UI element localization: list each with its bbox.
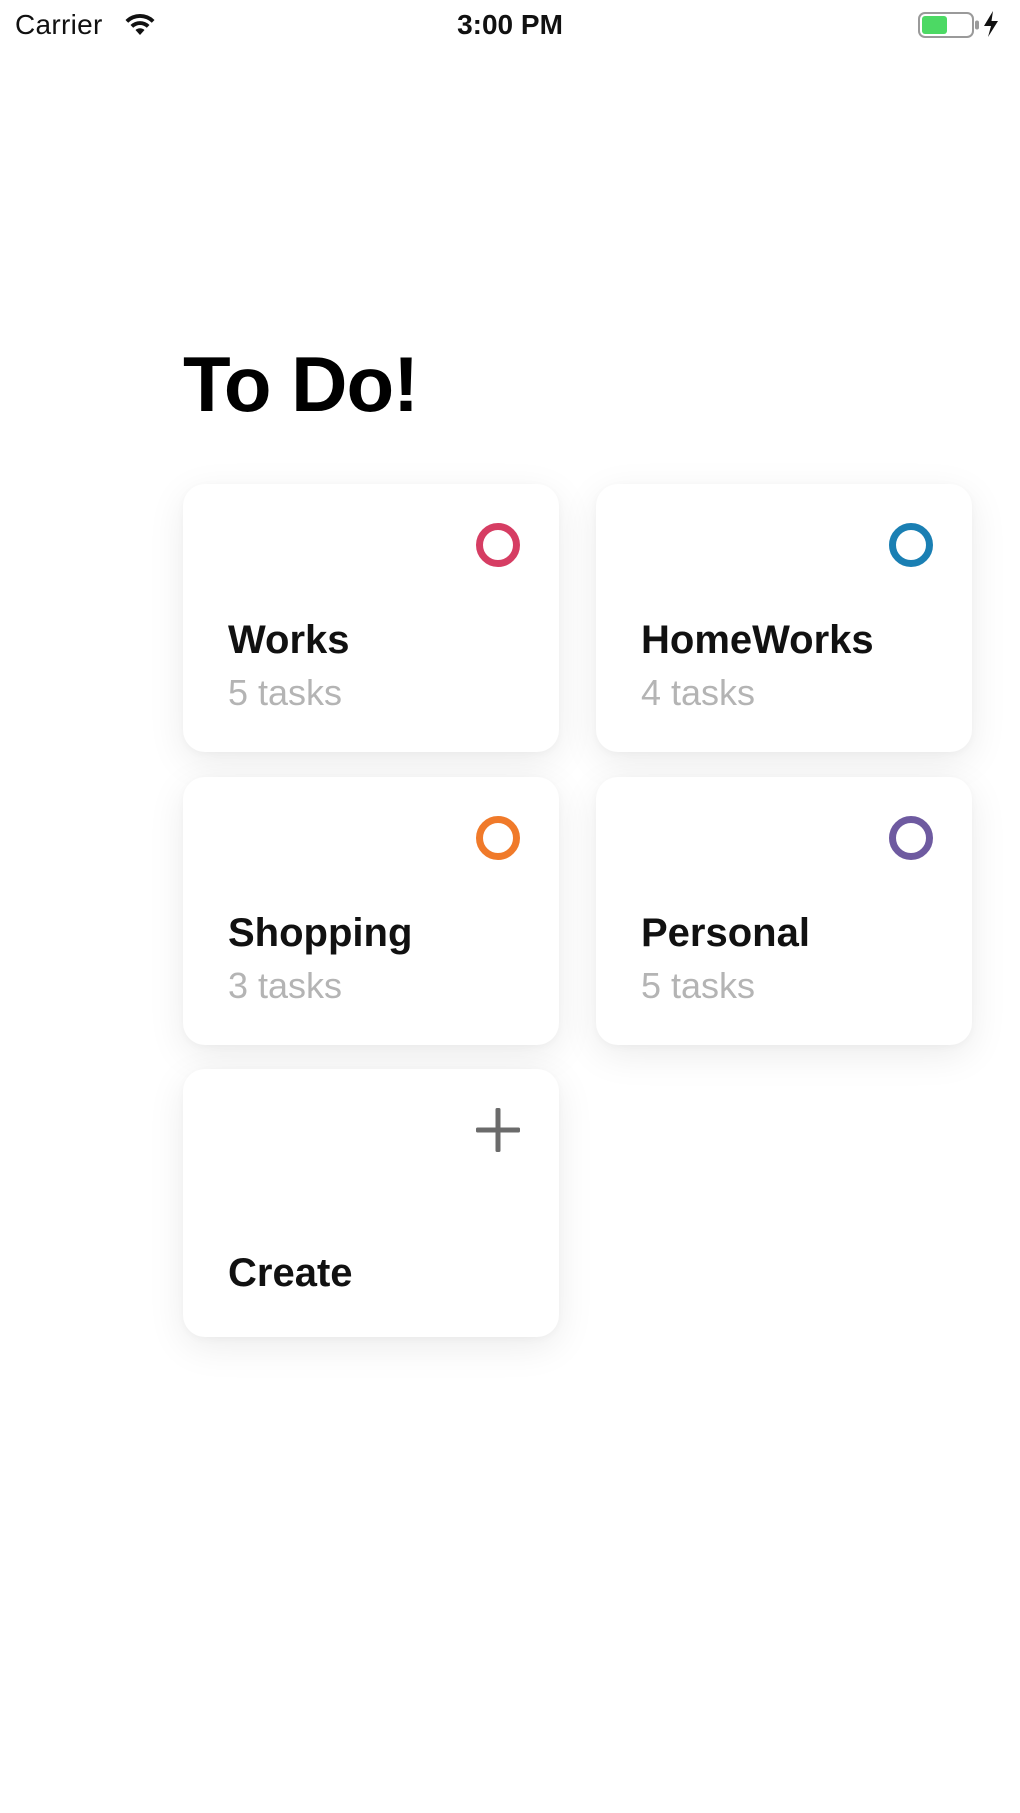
ring-icon: [476, 816, 520, 860]
card-task-count: 4 tasks: [641, 672, 756, 713]
category-card-personal[interactable]: Personal 5 tasks: [596, 777, 972, 1045]
card-title: Shopping: [228, 911, 413, 955]
card-title: Personal: [641, 911, 810, 955]
card-title: HomeWorks: [641, 618, 874, 662]
status-bar: Carrier 3:00 PM: [0, 0, 1020, 52]
todo-screen: Carrier 3:00 PM To Do! Works 5 tasks Hom…: [0, 0, 1020, 1813]
card-task-count: 3 tasks: [228, 965, 343, 1006]
ring-icon: [889, 816, 933, 860]
create-category-button[interactable]: Create: [183, 1069, 559, 1337]
create-label: Create: [228, 1251, 353, 1295]
battery-icon: [918, 12, 979, 38]
card-task-count: 5 tasks: [228, 672, 343, 713]
category-card-shopping[interactable]: Shopping 3 tasks: [183, 777, 559, 1045]
clock-time: 3:00 PM: [457, 9, 563, 40]
ring-icon: [476, 523, 520, 567]
page-title: To Do!: [183, 340, 419, 428]
category-card-works[interactable]: Works 5 tasks: [183, 484, 559, 752]
charging-bolt-icon: [984, 11, 998, 37]
card-title: Works: [228, 618, 350, 662]
ring-icon: [889, 523, 933, 567]
category-card-homeworks[interactable]: HomeWorks 4 tasks: [596, 484, 972, 752]
card-task-count: 5 tasks: [641, 965, 756, 1006]
plus-icon: [476, 1108, 520, 1152]
